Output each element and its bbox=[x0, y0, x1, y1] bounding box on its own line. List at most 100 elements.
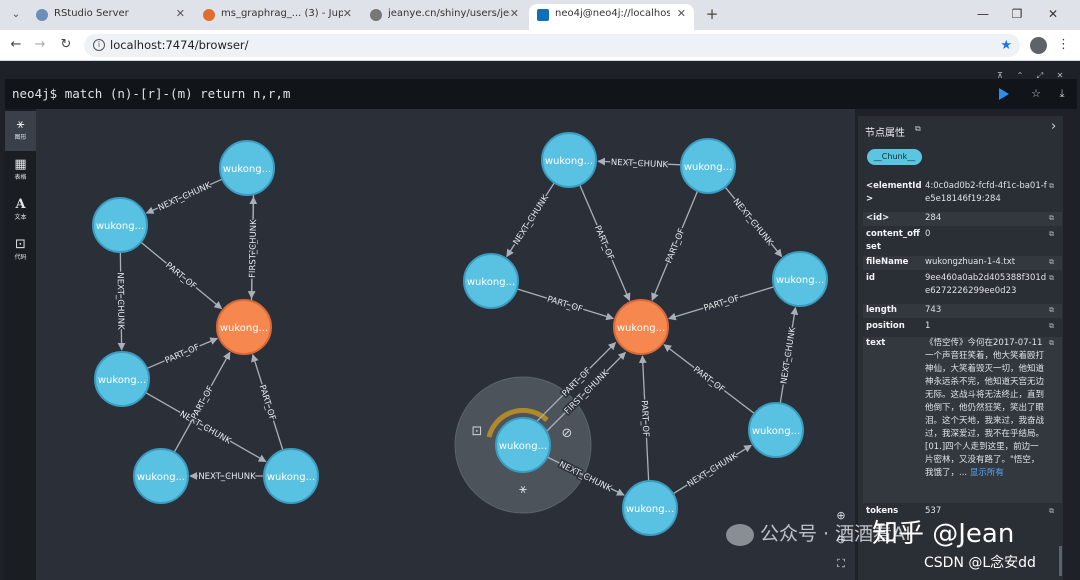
prop-key: <elementId> bbox=[866, 181, 922, 204]
text-icon: A bbox=[15, 197, 26, 212]
tab-rstudio[interactable]: RStudio Server ✕ bbox=[28, 4, 193, 30]
fit-view-icon[interactable]: ⛶ bbox=[830, 553, 852, 575]
show-all-link[interactable]: 显示所有 bbox=[970, 468, 1004, 478]
copy-value-icon[interactable]: ⧉ bbox=[1049, 320, 1054, 333]
copy-value-icon[interactable]: ⧉ bbox=[1049, 180, 1054, 193]
tab-close-icon[interactable]: ✕ bbox=[343, 4, 352, 24]
reload-button[interactable]: ↻ bbox=[56, 35, 76, 55]
graph-canvas[interactable]: NEXT_CHUNK PART_OF FIRST_CHUNK PART_OF NEXT_… bbox=[36, 109, 855, 580]
prop-value: 《悟空传》今何在2017-07-11一个声音狂笑着，他大笑着殴打神仙，大笑着毁灭… bbox=[925, 337, 1045, 480]
relationship-label: NEXT_CHUNK bbox=[512, 193, 552, 247]
tab-close-icon[interactable]: ✕ bbox=[510, 4, 519, 24]
node-caption: wukong... bbox=[96, 221, 144, 232]
node-caption: wukong... bbox=[545, 156, 593, 167]
node-caption: wukong... bbox=[626, 504, 674, 515]
view-text-label: 文本 bbox=[14, 214, 27, 221]
view-text[interactable]: A 文本 bbox=[5, 191, 36, 231]
prop-key: content_offset bbox=[866, 229, 920, 252]
node-caption: wukong... bbox=[776, 275, 824, 286]
jupyter-favicon-icon bbox=[203, 9, 215, 21]
url-text: localhost:7474/browser/ bbox=[110, 38, 249, 52]
node-caption: wukong... bbox=[684, 162, 732, 173]
close-window-button[interactable]: ✕ bbox=[1040, 4, 1066, 24]
view-graph-label: 图形 bbox=[14, 134, 27, 141]
run-query-button[interactable] bbox=[999, 88, 1009, 100]
prop-key: length bbox=[866, 305, 897, 315]
tab-shiny[interactable]: jeanye.cn/shiny/users/jean/g ✕ bbox=[362, 4, 527, 30]
prop-row: content_offset 0 ⧉ bbox=[863, 228, 1062, 254]
copy-value-icon[interactable]: ⧉ bbox=[1049, 505, 1054, 518]
prop-key: text bbox=[866, 338, 886, 348]
favorite-star-icon[interactable]: ☆ bbox=[1027, 85, 1045, 103]
relationship-label: PART_OF bbox=[163, 261, 198, 292]
prop-value: 0 bbox=[925, 229, 931, 239]
new-tab-button[interactable]: + bbox=[702, 4, 722, 24]
tab-close-icon[interactable]: ✕ bbox=[176, 4, 185, 24]
hide-icon[interactable]: ⊘ bbox=[562, 426, 573, 441]
tab-neo4j[interactable]: neo4j@neo4j://localhost:76 ✕ bbox=[529, 4, 694, 30]
forward-button[interactable]: → bbox=[30, 35, 50, 55]
lock-icon[interactable]: ⊡ bbox=[472, 424, 483, 439]
relationship-label: PART_OF bbox=[703, 294, 741, 314]
bookmark-star-icon[interactable]: ★ bbox=[1000, 34, 1012, 57]
relationship-label: NEXT_CHUNK bbox=[686, 451, 740, 490]
url-field[interactable]: i localhost:7474/browser/ ★ bbox=[84, 34, 1020, 57]
result-view-nav: ⚹ 图形 ▦ 表格 A 文本 ⊡ 代码 bbox=[5, 109, 36, 580]
tab-search-icon[interactable]: ⌄ bbox=[6, 6, 26, 24]
node-caption: wukong... bbox=[499, 441, 547, 452]
site-info-icon[interactable]: i bbox=[93, 39, 105, 51]
tab-title: RStudio Server bbox=[54, 8, 129, 19]
back-button[interactable]: ← bbox=[6, 35, 26, 55]
table-icon: ▦ bbox=[14, 157, 27, 172]
download-icon[interactable]: ⤓ bbox=[1053, 85, 1071, 103]
relationship-label: PART_OF bbox=[164, 342, 202, 366]
view-graph[interactable]: ⚹ 图形 bbox=[5, 111, 36, 151]
copy-icon[interactable]: ⧉ bbox=[915, 124, 921, 134]
relationship-label: NEXT_CHUNK bbox=[779, 326, 798, 385]
query-prompt: neo4j$ bbox=[12, 86, 58, 101]
profile-avatar[interactable] bbox=[1030, 37, 1047, 54]
browser-menu-icon[interactable]: ⋮ bbox=[1057, 35, 1070, 55]
minimize-button[interactable]: — bbox=[970, 4, 996, 24]
query-editor[interactable]: neo4j$ match (n)-[r]-(m) return n,r,m ☆ … bbox=[5, 79, 1077, 109]
view-table[interactable]: ▦ 表格 bbox=[5, 151, 36, 191]
panel-scrollbar[interactable] bbox=[1059, 546, 1062, 576]
copy-value-icon[interactable]: ⧉ bbox=[1049, 256, 1054, 269]
copy-value-icon[interactable]: ⧉ bbox=[1049, 212, 1054, 225]
query-text[interactable]: neo4j$ match (n)-[r]-(m) return n,r,m bbox=[12, 79, 290, 109]
copy-value-icon[interactable]: ⧉ bbox=[1049, 272, 1054, 285]
copy-value-icon[interactable]: ⧉ bbox=[1049, 304, 1054, 317]
graph-svg[interactable]: NEXT_CHUNK PART_OF FIRST_CHUNK PART_OF NEXT_… bbox=[36, 109, 855, 580]
node-caption: wukong... bbox=[617, 323, 665, 334]
collapse-panel-icon[interactable]: › bbox=[1051, 119, 1056, 134]
view-code[interactable]: ⊡ 代码 bbox=[5, 231, 36, 271]
node-caption: wukong... bbox=[223, 164, 271, 175]
prop-row: position 1 ⧉ bbox=[863, 320, 1062, 334]
tab-close-icon[interactable]: ✕ bbox=[677, 4, 686, 24]
restore-button[interactable]: ❐ bbox=[1004, 4, 1030, 24]
chunk-label-badge[interactable]: __Chunk__ bbox=[867, 149, 922, 165]
tab-jupyter[interactable]: ms_graphrag_... (3) - Jupyter ✕ bbox=[195, 4, 360, 30]
prop-value: 743 bbox=[925, 305, 942, 315]
tab-title: jeanye.cn/shiny/users/jean/g bbox=[388, 8, 510, 19]
prop-row: length 743 ⧉ bbox=[863, 304, 1062, 318]
panel-title: 节点属性 bbox=[865, 128, 905, 139]
copy-value-icon[interactable]: ⧉ bbox=[1049, 228, 1054, 241]
graph-icon: ⚹ bbox=[16, 117, 25, 132]
expand-icon[interactable]: ⚹ bbox=[519, 482, 527, 497]
prop-row: text 《悟空传》今何在2017-07-11一个声音狂笑着，他大笑着殴打神仙，… bbox=[863, 337, 1062, 503]
node-caption: wukong... bbox=[98, 375, 146, 386]
globe-favicon-icon bbox=[370, 9, 382, 21]
relationship-label: NEXT_CHUNK bbox=[731, 197, 775, 248]
relationship-label: FIRST_CHUNK bbox=[248, 219, 259, 278]
copy-value-icon[interactable]: ⧉ bbox=[1049, 337, 1054, 350]
prop-value: 284 bbox=[925, 213, 942, 223]
node-caption: wukong... bbox=[752, 426, 800, 437]
relationship-label: PART_OF bbox=[664, 227, 687, 265]
relationship-label: PART_OF bbox=[592, 224, 616, 262]
zhihu-watermark: 知乎 @Jean bbox=[872, 519, 1015, 549]
relationship-label: NEXT_CHUNK bbox=[611, 158, 669, 171]
relationship-label: NEXT_CHUNK bbox=[198, 472, 256, 482]
relationship-label: NEXT_CHUNK bbox=[115, 272, 126, 330]
wechat-logo-icon bbox=[726, 523, 754, 546]
